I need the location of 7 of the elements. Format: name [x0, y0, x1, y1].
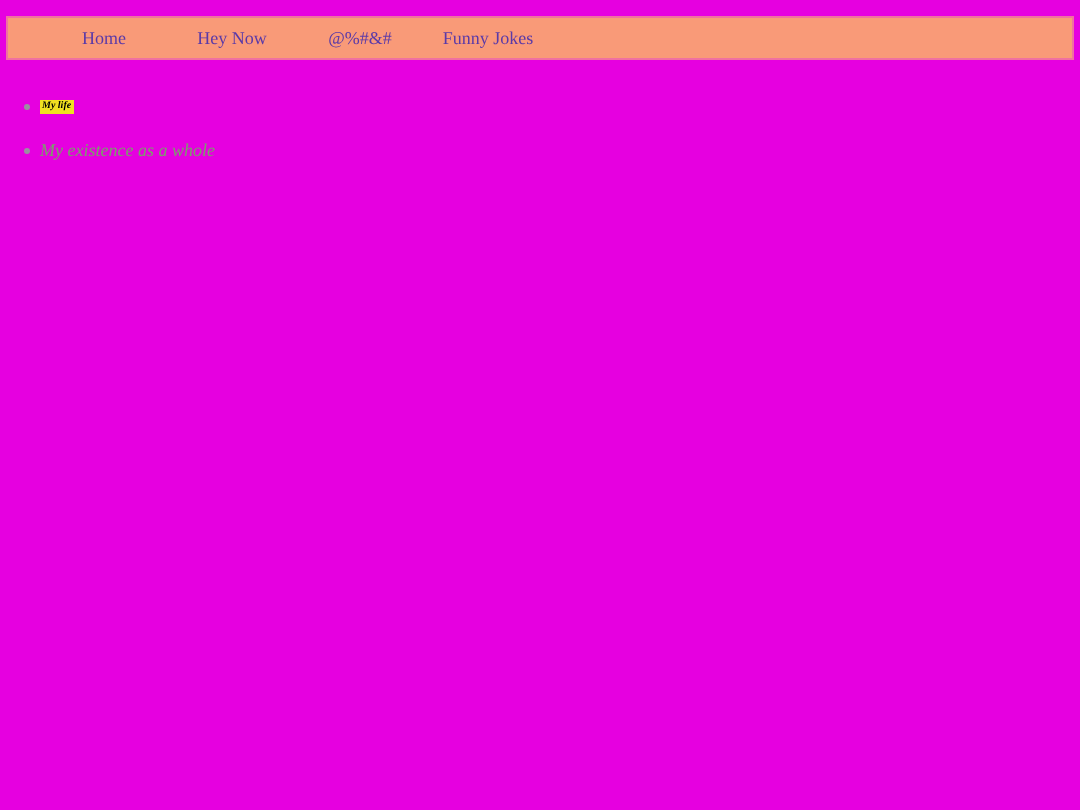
bullet-icon — [24, 147, 30, 153]
nav-link[interactable]: @%#&# — [296, 28, 424, 48]
nav-link[interactable]: Hey Now — [168, 28, 296, 48]
bullet-icon — [24, 103, 30, 109]
nav-link[interactable]: Funny Jokes — [424, 28, 552, 48]
nav-link[interactable]: Home — [40, 28, 168, 48]
list-text: My existence as a whole — [40, 140, 215, 160]
